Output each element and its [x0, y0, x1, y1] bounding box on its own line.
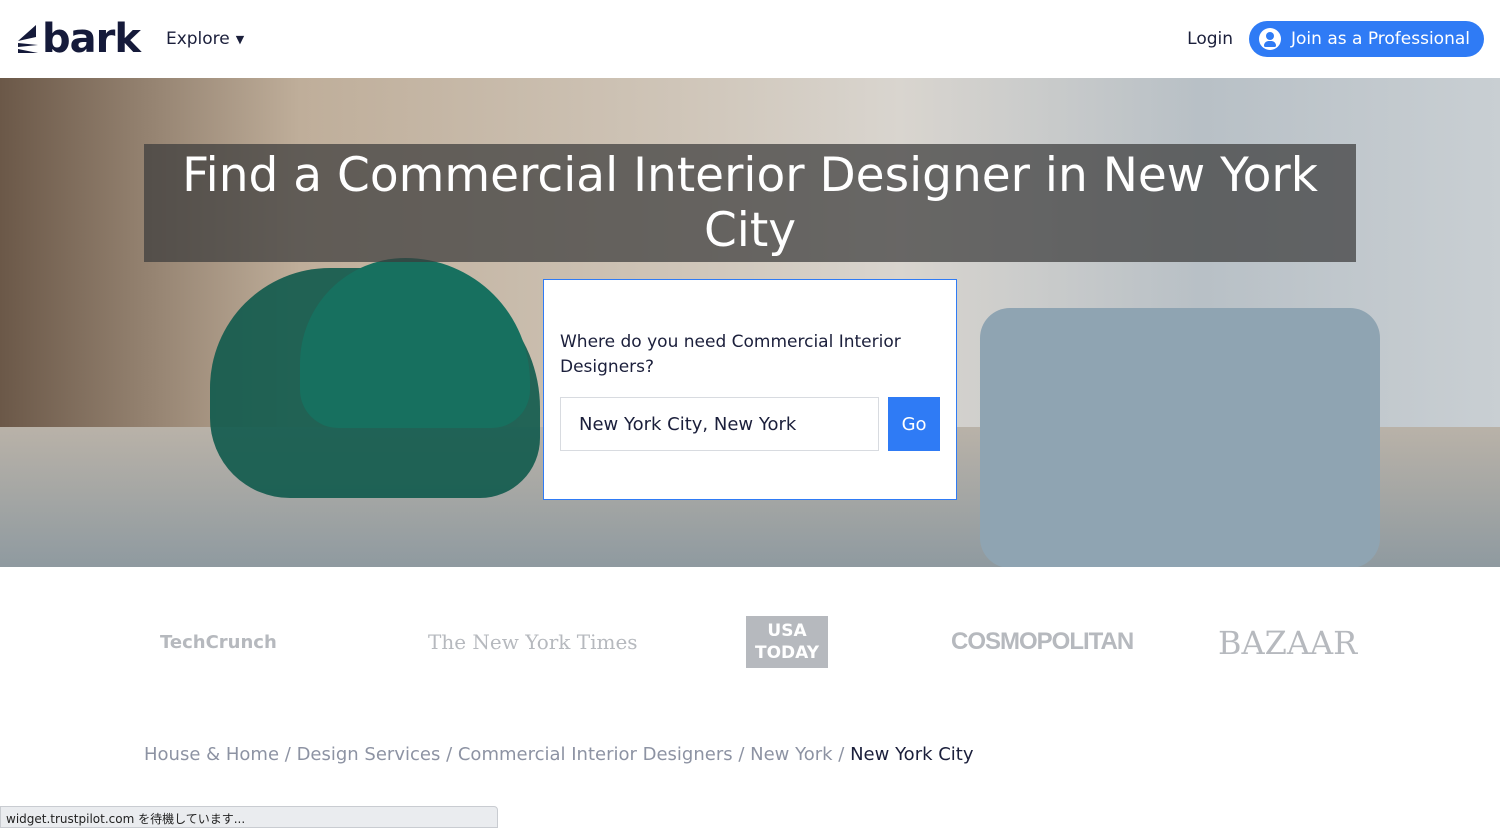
- breadcrumb-house-home[interactable]: House & Home: [144, 744, 279, 765]
- search-question: Where do you need Commercial Interior De…: [560, 332, 901, 377]
- nytimes-logo: The New York Times: [428, 630, 638, 654]
- breadcrumb-current: New York City: [850, 744, 974, 765]
- location-input[interactable]: [560, 397, 880, 451]
- breadcrumb-design-services[interactable]: Design Services: [297, 744, 441, 765]
- usatoday-logo: USA TODAY: [746, 616, 828, 668]
- breadcrumb: House & Home / Design Services / Commerc…: [144, 744, 974, 765]
- page-title: Find a Commercial Interior Designer in N…: [144, 144, 1356, 262]
- login-link[interactable]: Login: [1187, 29, 1233, 49]
- search-card: Where do you need Commercial Interior De…: [543, 279, 957, 500]
- bazaar-logo: BAZAAR: [1218, 624, 1358, 662]
- join-label: Join as a Professional: [1291, 29, 1470, 49]
- user-icon: [1259, 28, 1282, 50]
- hero-banner: Find a Commercial Interior Designer in N…: [0, 78, 1500, 567]
- join-professional-button[interactable]: Join as a Professional: [1249, 21, 1484, 57]
- bark-logo[interactable]: bark: [16, 16, 141, 62]
- techcrunch-logo: TechCrunch: [160, 632, 277, 653]
- bark-logo-icon: [18, 25, 38, 53]
- logo-text: bark: [42, 16, 141, 62]
- top-nav: bark Explore ▼ Login Join as a Professio…: [0, 0, 1500, 78]
- press-logos: TechCrunch The New York Times USA TODAY …: [0, 610, 1500, 674]
- go-button[interactable]: Go: [888, 397, 940, 451]
- breadcrumb-commercial-interior-designers[interactable]: Commercial Interior Designers: [458, 744, 733, 765]
- browser-status-bar: widget.trustpilot.com を待機しています...: [0, 806, 498, 828]
- cosmopolitan-logo: COSMOPOLITAN: [951, 628, 1134, 655]
- breadcrumb-new-york[interactable]: New York: [750, 744, 832, 765]
- explore-label: Explore: [165, 29, 230, 49]
- explore-menu[interactable]: Explore ▼: [166, 29, 244, 49]
- caret-down-icon: ▼: [235, 32, 245, 46]
